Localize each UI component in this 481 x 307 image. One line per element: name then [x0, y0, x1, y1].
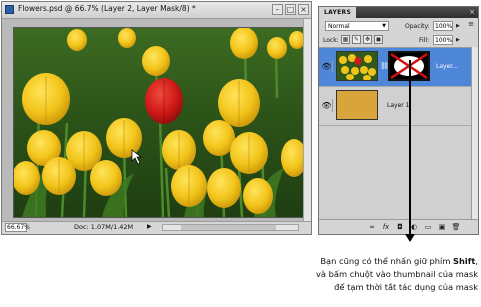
fill-field[interactable]: 100%	[433, 35, 453, 45]
panel-close-icon[interactable]: ×	[469, 7, 475, 18]
horizontal-scrollbar[interactable]	[162, 224, 299, 231]
pointer-line	[409, 60, 411, 236]
opacity-label: Opacity:	[405, 23, 430, 30]
document-window: Flowers.psd @ 66.7% (Layer 2, Layer Mask…	[1, 1, 312, 235]
opacity-field[interactable]: 100%	[433, 21, 453, 31]
fill-label: Fill:	[419, 37, 430, 44]
layers-list: 👁 ⛓ Layer... 👁 Layer 1	[319, 47, 478, 220]
layer-row-layer-1[interactable]: 👁 Layer 1	[319, 87, 478, 126]
transparency-lock-icon[interactable]: ▦	[341, 35, 350, 44]
photoshop-document-icon	[5, 5, 14, 14]
caption-line-2: và bấm chuột vào thumbnail của mask	[316, 269, 478, 279]
fx-icon[interactable]: fx	[381, 222, 391, 232]
maximize-button[interactable]: □	[285, 4, 296, 15]
lock-label: Lock:	[323, 37, 339, 44]
move-lock-icon[interactable]: ✥	[363, 35, 372, 44]
layer-name[interactable]: Layer 1	[387, 102, 409, 109]
blend-mode-select[interactable]: Normal ▼	[325, 21, 389, 31]
zoom-field[interactable]: 66.67%	[5, 223, 30, 232]
document-title: Flowers.psd @ 66.7% (Layer 2, Layer Mask…	[18, 4, 196, 13]
caption-text: Bạn cũng có thể nhấn giữ phím Shift, và …	[238, 255, 478, 294]
panel-menu-icon[interactable]: ≡	[468, 20, 474, 28]
all-lock-icon[interactable]: ◼	[374, 35, 383, 44]
panel-header: LAYERS ×	[319, 7, 478, 18]
tab-layers[interactable]: LAYERS	[319, 7, 357, 18]
new-layer-icon[interactable]: ▣	[437, 222, 447, 232]
add-mask-icon[interactable]: ◘	[395, 222, 405, 232]
layer-row-layer-2[interactable]: 👁 ⛓ Layer...	[319, 48, 478, 87]
close-button[interactable]: ×	[298, 4, 309, 15]
layers-scrollbar[interactable]	[471, 47, 478, 220]
new-group-icon[interactable]: ▭	[423, 222, 433, 232]
layer-thumbnail[interactable]	[336, 90, 378, 120]
caption-line-1: Bạn cũng có thể nhấn giữ phím Shift,	[320, 256, 478, 266]
eye-icon[interactable]: 👁	[321, 99, 333, 112]
document-titlebar[interactable]: Flowers.psd @ 66.7% (Layer 2, Layer Mask…	[2, 2, 311, 19]
doc-size-info[interactable]: Doc: 1.07M/1.42M	[74, 223, 133, 231]
canvas-area[interactable]	[2, 19, 311, 222]
trash-icon[interactable]: 🗑	[451, 222, 461, 232]
link-layers-icon[interactable]: ∞	[367, 222, 377, 232]
document-status-bar: 66.67% Doc: 1.07M/1.42M ▶	[2, 221, 311, 234]
horizontal-scroll-thumb[interactable]	[181, 225, 276, 230]
panel-bottom-bar: ∞ fx ◘ ◐ ▭ ▣ 🗑	[319, 219, 478, 234]
chevron-down-icon: ▼	[382, 23, 386, 29]
layers-panel: LAYERS × ≡ Normal ▼ Opacity: 100% ▶ Lock…	[318, 6, 479, 235]
layer-thumbnail[interactable]	[336, 51, 378, 81]
blend-mode-value: Normal	[328, 23, 350, 30]
status-menu-arrow-icon[interactable]: ▶	[147, 223, 152, 230]
pointer-arrow-icon	[405, 234, 415, 242]
layer-name[interactable]: Layer...	[436, 63, 458, 70]
fill-arrow-icon[interactable]: ▶	[456, 37, 460, 43]
tulip-photo[interactable]	[13, 27, 305, 218]
minimize-button[interactable]: –	[272, 4, 283, 15]
caption-line-3: để tạm thời tắt tác dụng của mask	[334, 282, 478, 292]
eye-icon[interactable]: 👁	[321, 60, 333, 73]
paint-lock-icon[interactable]: ✎	[352, 35, 361, 44]
vertical-scrollbar[interactable]	[303, 19, 311, 222]
opacity-arrow-icon[interactable]: ▶	[456, 23, 460, 29]
